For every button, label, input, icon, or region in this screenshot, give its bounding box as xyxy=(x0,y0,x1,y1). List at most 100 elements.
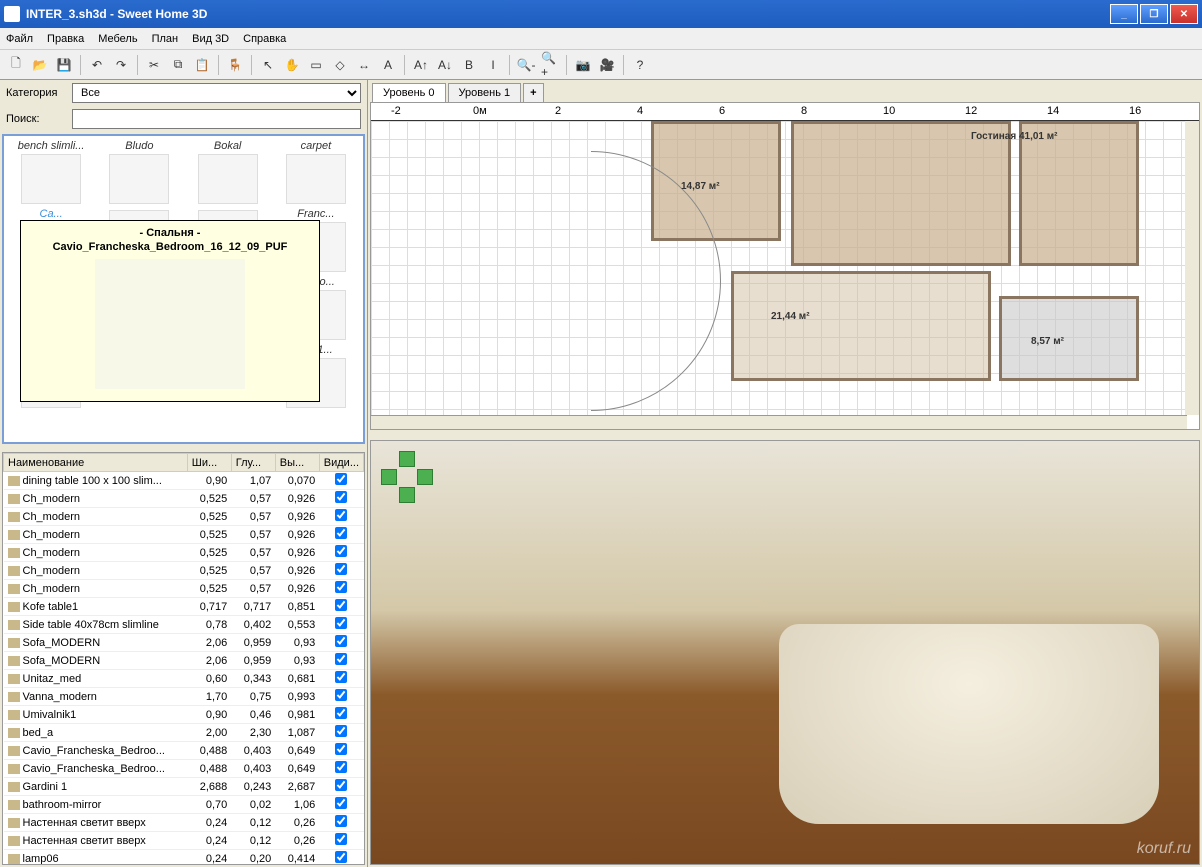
plan-view[interactable]: -20м246810121416 14,87 м² Гостиная 41,01… xyxy=(370,102,1200,430)
help-icon[interactable]: ? xyxy=(630,55,650,75)
table-row[interactable]: Gardini 12,6880,2432,687 xyxy=(4,778,364,796)
menu-view3d[interactable]: Вид 3D xyxy=(192,33,229,45)
tab-level1[interactable]: Уровень 1 xyxy=(448,83,522,102)
menu-plan[interactable]: План xyxy=(152,33,179,45)
table-row[interactable]: Sofa_MODERN2,060,9590,93 xyxy=(4,634,364,652)
wall-icon[interactable]: ▭ xyxy=(306,55,326,75)
save-icon[interactable]: 💾 xyxy=(54,55,74,75)
video-icon[interactable]: 🎥 xyxy=(597,55,617,75)
table-row[interactable]: Ch_modern0,5250,570,926 xyxy=(4,508,364,526)
col-visible[interactable]: Види... xyxy=(319,454,363,472)
visible-checkbox[interactable] xyxy=(335,527,347,539)
zoom-in-icon[interactable]: 🔍+ xyxy=(540,55,560,75)
cut-icon[interactable]: ✂ xyxy=(144,55,164,75)
table-row[interactable]: Ch_modern0,5250,570,926 xyxy=(4,490,364,508)
table-row[interactable]: Sofa_MODERN2,060,9590,93 xyxy=(4,652,364,670)
table-row[interactable]: Side table 40x78cm slimline0,780,4020,55… xyxy=(4,616,364,634)
nav-down-icon[interactable] xyxy=(399,487,415,503)
table-row[interactable]: Kofe table10,7170,7170,851 xyxy=(4,598,364,616)
table-row[interactable]: bathroom-mirror0,700,021,06 xyxy=(4,796,364,814)
text-icon[interactable]: A xyxy=(378,55,398,75)
maximize-button[interactable]: ❐ xyxy=(1140,4,1168,24)
visible-checkbox[interactable] xyxy=(335,653,347,665)
table-row[interactable]: lamp060,240,200,414 xyxy=(4,850,364,866)
table-row[interactable]: Настенная светит вверх0,240,120,26 xyxy=(4,832,364,850)
furniture-list[interactable]: Наименование Ши... Глу... Вы... Види... … xyxy=(2,452,365,865)
undo-icon[interactable]: ↶ xyxy=(87,55,107,75)
col-depth[interactable]: Глу... xyxy=(231,454,275,472)
tab-add[interactable]: + xyxy=(523,83,543,102)
visible-checkbox[interactable] xyxy=(335,707,347,719)
visible-checkbox[interactable] xyxy=(335,725,347,737)
pan-icon[interactable]: ✋ xyxy=(282,55,302,75)
room-icon[interactable]: ◇ xyxy=(330,55,350,75)
table-row[interactable]: Ch_modern0,5250,570,926 xyxy=(4,526,364,544)
visible-checkbox[interactable] xyxy=(335,851,347,863)
menu-file[interactable]: Файл xyxy=(6,33,33,45)
visible-checkbox[interactable] xyxy=(335,815,347,827)
catalog-item[interactable]: bench slimli... xyxy=(8,140,94,206)
nav-left-icon[interactable] xyxy=(381,469,397,485)
furniture-catalog[interactable]: bench slimli...BludoBokalcarpetCa...Fran… xyxy=(2,134,365,444)
text-size-up-icon[interactable]: A↑ xyxy=(411,55,431,75)
visible-checkbox[interactable] xyxy=(335,833,347,845)
table-row[interactable]: Ch_modern0,5250,570,926 xyxy=(4,562,364,580)
plan-vscroll[interactable] xyxy=(1185,121,1199,415)
col-name[interactable]: Наименование xyxy=(4,454,188,472)
table-row[interactable]: dining table 100 x 100 slim...0,901,070,… xyxy=(4,472,364,490)
visible-checkbox[interactable] xyxy=(335,509,347,521)
visible-checkbox[interactable] xyxy=(335,635,347,647)
catalog-item[interactable]: carpet xyxy=(273,140,359,206)
menu-edit[interactable]: Правка xyxy=(47,33,84,45)
copy-icon[interactable]: ⧉ xyxy=(168,55,188,75)
catalog-item[interactable]: Bokal xyxy=(185,140,271,206)
open-icon[interactable]: 📂 xyxy=(30,55,50,75)
catalog-item[interactable]: Bludo xyxy=(96,140,182,206)
zoom-out-icon[interactable]: 🔍- xyxy=(516,55,536,75)
redo-icon[interactable]: ↷ xyxy=(111,55,131,75)
col-height[interactable]: Вы... xyxy=(275,454,319,472)
visible-checkbox[interactable] xyxy=(335,743,347,755)
visible-checkbox[interactable] xyxy=(335,581,347,593)
text-size-down-icon[interactable]: A↓ xyxy=(435,55,455,75)
visible-checkbox[interactable] xyxy=(335,797,347,809)
select-icon[interactable]: ↖ xyxy=(258,55,278,75)
table-row[interactable]: Cavio_Francheska_Bedroo...0,4880,4030,64… xyxy=(4,742,364,760)
table-row[interactable]: Cavio_Francheska_Bedroo...0,4880,4030,64… xyxy=(4,760,364,778)
visible-checkbox[interactable] xyxy=(335,473,347,485)
bold-icon[interactable]: B xyxy=(459,55,479,75)
plan-hscroll[interactable] xyxy=(371,415,1187,429)
menu-help[interactable]: Справка xyxy=(243,33,286,45)
new-icon[interactable]: 🗋 xyxy=(6,55,26,75)
italic-icon[interactable]: I xyxy=(483,55,503,75)
minimize-button[interactable]: _ xyxy=(1110,4,1138,24)
nav-right-icon[interactable] xyxy=(417,469,433,485)
menu-furniture[interactable]: Мебель xyxy=(98,33,137,45)
visible-checkbox[interactable] xyxy=(335,689,347,701)
table-row[interactable]: Ch_modern0,5250,570,926 xyxy=(4,544,364,562)
visible-checkbox[interactable] xyxy=(335,617,347,629)
visible-checkbox[interactable] xyxy=(335,491,347,503)
visible-checkbox[interactable] xyxy=(335,599,347,611)
category-select[interactable]: Все xyxy=(72,83,361,103)
close-button[interactable]: ✕ xyxy=(1170,4,1198,24)
visible-checkbox[interactable] xyxy=(335,563,347,575)
visible-checkbox[interactable] xyxy=(335,545,347,557)
table-row[interactable]: Vanna_modern1,700,750,993 xyxy=(4,688,364,706)
right-splitter[interactable] xyxy=(368,430,1202,436)
add-furn-icon[interactable]: 🪑 xyxy=(225,55,245,75)
nav-cross[interactable] xyxy=(381,451,433,503)
view-3d[interactable]: koruf.ru xyxy=(370,440,1200,865)
table-row[interactable]: Umivalnik10,900,460,981 xyxy=(4,706,364,724)
nav-up-icon[interactable] xyxy=(399,451,415,467)
paste-icon[interactable]: 📋 xyxy=(192,55,212,75)
tab-level0[interactable]: Уровень 0 xyxy=(372,83,446,102)
table-row[interactable]: Ch_modern0,5250,570,926 xyxy=(4,580,364,598)
dim-icon[interactable]: ↔ xyxy=(354,55,374,75)
visible-checkbox[interactable] xyxy=(335,761,347,773)
visible-checkbox[interactable] xyxy=(335,671,347,683)
table-row[interactable]: Unitaz_med0,600,3430,681 xyxy=(4,670,364,688)
search-input[interactable] xyxy=(72,109,361,129)
table-row[interactable]: Настенная светит вверх0,240,120,26 xyxy=(4,814,364,832)
table-row[interactable]: bed_a2,002,301,087 xyxy=(4,724,364,742)
